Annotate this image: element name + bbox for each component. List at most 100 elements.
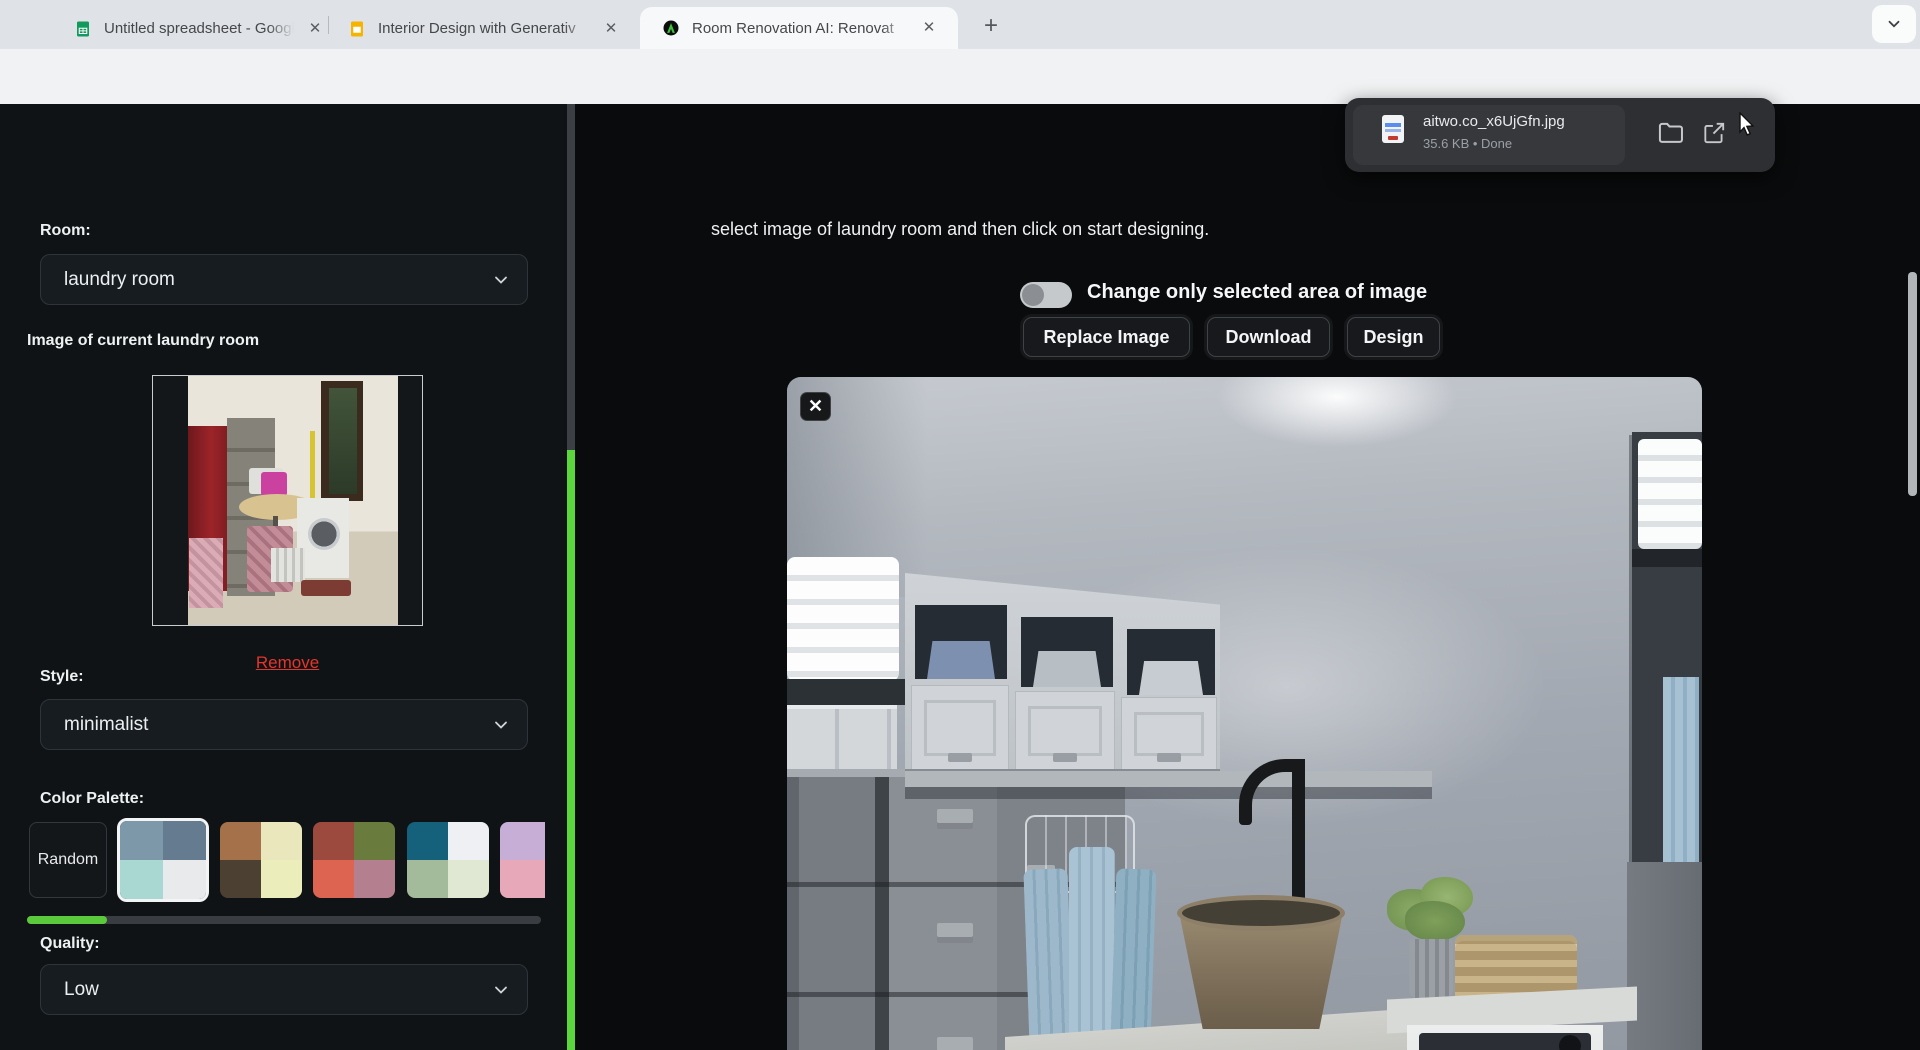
quality-select[interactable]: Low: [40, 964, 528, 1015]
chevron-down-icon: [491, 270, 511, 290]
shelf: [1632, 549, 1702, 567]
close-tab-icon[interactable]: ✕: [918, 17, 940, 39]
tab-spreadsheet[interactable]: Untitled spreadsheet - Googl ✕: [28, 8, 328, 49]
palette-scrollbar-thumb[interactable]: [27, 916, 107, 924]
palette-swatch[interactable]: [313, 822, 395, 898]
rendered-room-image[interactable]: ✕: [787, 377, 1702, 1050]
thumb-clutter: [261, 472, 287, 496]
palette-color: [120, 821, 163, 860]
plant-vase: [1409, 939, 1453, 999]
style-select[interactable]: minimalist: [40, 699, 528, 750]
palette-color: [354, 822, 395, 860]
palette-color: [220, 860, 261, 898]
washer-knob: [1559, 1035, 1581, 1050]
tab-divider: [328, 16, 329, 34]
palette-color: [261, 822, 302, 860]
palette-color: [500, 822, 541, 860]
palette-swatch-selected[interactable]: [117, 818, 209, 902]
plant: [1405, 901, 1465, 941]
blue-towel: [1110, 868, 1157, 1050]
palette-color: [541, 822, 545, 860]
locker-label-plate: [937, 1037, 973, 1050]
tab-title: Room Renovation AI: Renovat: [692, 20, 908, 37]
download-button[interactable]: Download: [1207, 317, 1330, 357]
chevron-down-icon: [491, 980, 511, 1000]
locker-label-plate: [937, 809, 973, 829]
cubby-bin: [927, 641, 995, 679]
quality-select-value: Low: [64, 979, 99, 1001]
cabinet-door: [911, 685, 1009, 771]
palette-color: [163, 821, 206, 860]
style-label: Style:: [40, 668, 84, 686]
palette-swatch-clipped[interactable]: [500, 822, 545, 898]
right-cabinet: [1627, 862, 1702, 1050]
ceiling-light-glow: [1217, 377, 1457, 447]
browser-window: Untitled spreadsheet - Googl ✕ Interior …: [0, 0, 1920, 1050]
thumb-window-glass: [329, 388, 357, 494]
room-label: Room:: [40, 222, 91, 240]
current-room-thumbnail[interactable]: [152, 375, 423, 626]
cabinet-door: [1015, 691, 1115, 771]
vessel-sink: [1180, 917, 1342, 1029]
locker-label-plate: [937, 923, 973, 943]
palette-color: [163, 860, 206, 899]
thumb-washer-door: [308, 518, 340, 550]
palette-scrollbar[interactable]: [27, 916, 541, 924]
quality-label: Quality:: [40, 935, 100, 953]
palette-swatch[interactable]: [220, 822, 302, 898]
palette-color: [313, 822, 354, 860]
hanging-towel: [1663, 677, 1699, 872]
page-scrollbar-thumb[interactable]: [1908, 272, 1917, 496]
toggle-knob: [1022, 284, 1044, 306]
google-slides-icon: [348, 20, 366, 38]
close-tab-icon[interactable]: ✕: [304, 18, 326, 40]
tab-interior-design[interactable]: Interior Design with Generativ ✕: [340, 8, 632, 49]
open-in-new-icon[interactable]: [1701, 120, 1727, 146]
close-image-button[interactable]: ✕: [800, 392, 831, 421]
faucet-spout: [1239, 807, 1252, 825]
palette-color: [120, 860, 163, 899]
palette-color: [541, 860, 545, 898]
palette-color: [500, 860, 541, 898]
towel-stack: [787, 557, 899, 681]
thumb-laundry-basket: [189, 538, 223, 608]
download-status: 35.6 KB • Done: [1423, 136, 1512, 151]
show-in-folder-icon[interactable]: [1657, 120, 1685, 146]
storage-bins: [787, 705, 897, 775]
tab-title: Untitled spreadsheet - Googl: [104, 20, 294, 37]
palette-color: [407, 822, 448, 860]
random-palette-button[interactable]: Random: [29, 822, 107, 898]
shelf-shadow: [905, 787, 1432, 799]
blue-towel: [1069, 847, 1115, 1050]
replace-image-button[interactable]: Replace Image: [1023, 317, 1190, 357]
room-select[interactable]: laundry room: [40, 254, 528, 305]
close-tab-icon[interactable]: ✕: [600, 18, 622, 40]
shelf-board: [905, 771, 1432, 787]
design-button[interactable]: Design: [1347, 317, 1440, 357]
cubby-bin: [1033, 651, 1101, 687]
download-filename: aitwo.co_x6UjGfn.jpg: [1423, 113, 1565, 130]
remove-image-link[interactable]: Remove: [152, 653, 423, 673]
thumb-mat: [301, 580, 351, 596]
palette-row: Random: [29, 816, 545, 904]
palette-color: [448, 822, 489, 860]
page-content: Room: laundry room Image of current laun…: [0, 104, 1920, 1050]
chevron-down-icon: [491, 715, 511, 735]
selected-area-toggle[interactable]: [1020, 282, 1072, 308]
palette-color: [448, 860, 489, 898]
mouse-cursor: [1738, 112, 1762, 138]
aitwo-logo-icon: [662, 19, 680, 37]
new-tab-button[interactable]: +: [976, 12, 1006, 42]
towel-stack: [1638, 439, 1702, 549]
tab-room-renovation-active[interactable]: Room Renovation AI: Renovat ✕: [640, 7, 958, 49]
tab-title: Interior Design with Generativ: [378, 20, 590, 37]
tab-search-chevron-button[interactable]: [1872, 5, 1916, 43]
palette-color: [354, 860, 395, 898]
style-select-value: minimalist: [64, 714, 148, 736]
palette-swatch[interactable]: [407, 822, 489, 898]
wall-corner: [1629, 435, 1632, 865]
browser-toolbar: ← → ↻ aitwo.co/ai-interior-design ⋮: [0, 49, 1920, 104]
current-image-label: Image of current laundry room: [27, 332, 259, 350]
palette-color: [313, 860, 354, 898]
sidebar-divider-scrollbar[interactable]: [567, 104, 575, 1050]
